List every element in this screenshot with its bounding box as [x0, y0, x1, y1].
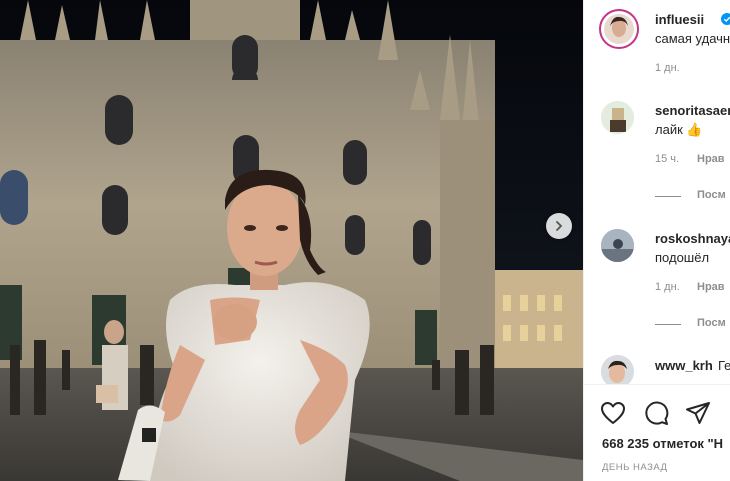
comment-text: подошёл	[655, 250, 710, 265]
comment-bubble-icon[interactable]	[642, 399, 670, 427]
post-actions: 668 235 отметок "Н ДЕНЬ НАЗАД	[584, 384, 730, 481]
post-caption: influesii самая удачн 1 дн.	[584, 0, 730, 74]
next-photo-button[interactable]	[546, 213, 572, 239]
comment-username[interactable]: senoritasaen	[655, 103, 730, 118]
caption-text: самая удачн	[655, 31, 730, 46]
commenter-avatar-image	[601, 229, 634, 262]
chevron-right-icon	[556, 221, 563, 231]
comment-text: Ге	[718, 358, 730, 373]
share-send-icon[interactable]	[684, 399, 712, 427]
verified-badge-icon	[721, 13, 730, 25]
comment-like-link[interactable]: Нрав	[697, 281, 725, 293]
author-avatar[interactable]	[599, 9, 639, 49]
comment-text: лайк 👍	[655, 122, 703, 137]
commenter-avatar[interactable]	[601, 229, 634, 262]
replies-divider	[655, 196, 681, 197]
view-replies-link[interactable]: Посм	[697, 189, 726, 201]
comment-like-link[interactable]: Нрав	[697, 153, 725, 165]
like-heart-icon[interactable]	[599, 399, 627, 427]
comment-username[interactable]: roskoshnaya	[655, 231, 730, 246]
comment-username[interactable]: www_krh	[655, 358, 713, 373]
post-photo	[0, 0, 583, 481]
author-username[interactable]: influesii	[655, 12, 704, 27]
comment-time: 15 ч.	[655, 153, 680, 165]
view-replies-link[interactable]: Посм	[697, 317, 726, 329]
comment-time: 1 дн.	[655, 281, 680, 293]
commenter-avatar[interactable]	[601, 101, 634, 134]
post-date: ДЕНЬ НАЗАД	[602, 462, 668, 473]
commenter-avatar-image	[601, 101, 634, 134]
photo-image	[0, 0, 583, 481]
likes-count[interactable]: 668 235 отметок "Н	[602, 436, 723, 451]
post-side-panel: influesii самая удачн 1 дн. senoritasaen…	[583, 0, 730, 481]
replies-divider	[655, 324, 681, 325]
caption-time: 1 дн.	[655, 62, 680, 74]
author-avatar-image	[604, 14, 634, 44]
